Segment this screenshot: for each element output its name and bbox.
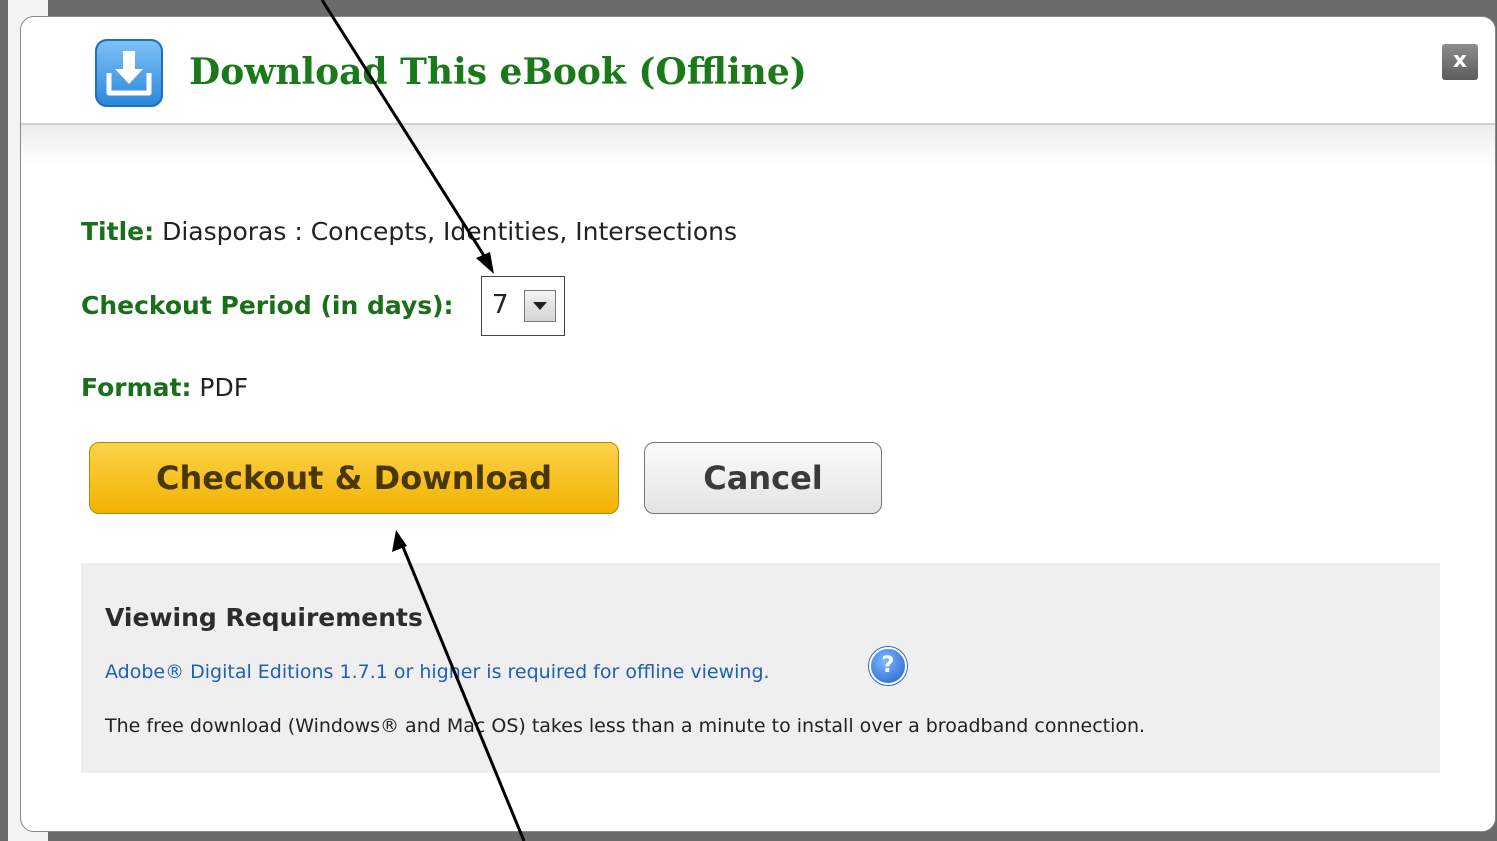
checkout-period-label: Checkout Period (in days): xyxy=(81,291,454,320)
cancel-button[interactable]: Cancel xyxy=(644,442,882,514)
title-label: Title: xyxy=(81,217,155,246)
close-button[interactable]: x xyxy=(1442,44,1478,80)
title-value: Diasporas : Concepts, Identities, Inters… xyxy=(162,217,738,246)
format-row: Format: PDF xyxy=(81,373,248,402)
format-value: PDF xyxy=(199,373,249,402)
checkout-period-select[interactable]: 7 xyxy=(481,276,565,336)
dialog-title: Download This eBook (Offline) xyxy=(189,51,807,93)
question-mark-icon[interactable]: ? xyxy=(869,647,907,685)
dialog-header: Download This eBook (Offline) x xyxy=(21,17,1495,125)
format-label: Format: xyxy=(81,373,192,402)
requirements-description: The free download (Windows® and Mac OS) … xyxy=(105,715,1146,737)
checkout-download-button[interactable]: Checkout & Download xyxy=(89,442,619,514)
chevron-down-icon[interactable] xyxy=(524,290,556,322)
title-row: Title: Diasporas : Concepts, Identities,… xyxy=(81,217,737,246)
checkout-period-value: 7 xyxy=(492,290,509,320)
viewing-requirements-heading: Viewing Requirements xyxy=(105,603,423,632)
checkout-period-row: Checkout Period (in days): xyxy=(81,291,454,320)
download-dialog: Download This eBook (Offline) x Title: D… xyxy=(20,16,1496,832)
viewing-requirements-panel: Viewing Requirements Adobe® Digital Edit… xyxy=(81,563,1440,773)
header-divider-shade xyxy=(21,125,1495,165)
adobe-digital-editions-link[interactable]: Adobe® Digital Editions 1.7.1 or higher … xyxy=(105,661,770,683)
download-icon xyxy=(95,39,163,107)
